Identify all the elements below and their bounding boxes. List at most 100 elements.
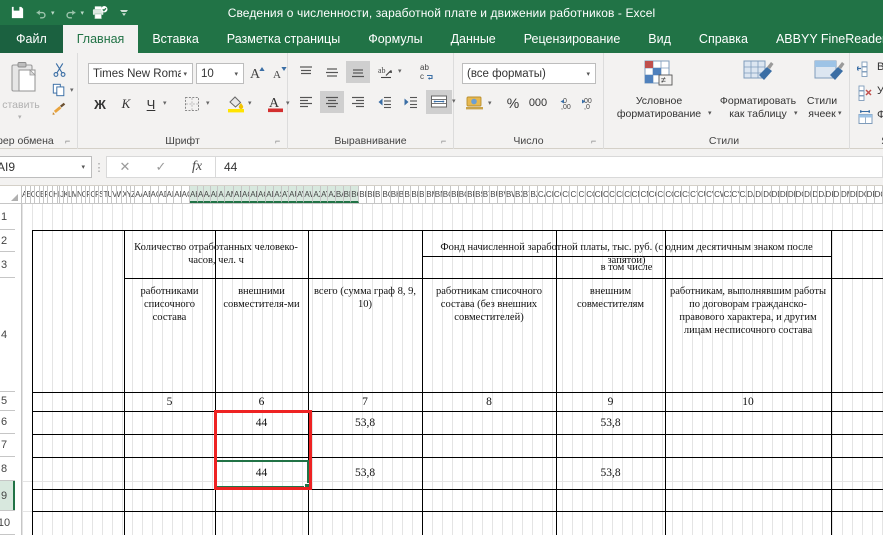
- cell-styles-dropdown-icon[interactable]: ▾: [838, 109, 842, 117]
- column-header-BN[interactable]: BN: [434, 186, 443, 203]
- data-cell-r1-c7[interactable]: 53,8: [309, 412, 421, 433]
- column-header-BO[interactable]: BO: [442, 186, 452, 203]
- row-header-6[interactable]: 6: [0, 411, 15, 434]
- column-header-CC[interactable]: CC: [553, 186, 563, 203]
- confirm-icon[interactable]: ✓: [143, 157, 179, 177]
- column-header-AL[interactable]: AL: [218, 186, 226, 203]
- cut-icon[interactable]: [48, 59, 70, 79]
- row-header-7[interactable]: 7: [0, 434, 15, 457]
- column-header-BL[interactable]: BL: [419, 186, 427, 203]
- row-header-8[interactable]: 8: [0, 457, 15, 481]
- delete-cells-label[interactable]: Удалить: [877, 85, 883, 97]
- column-header-BQ[interactable]: BQ: [458, 186, 468, 203]
- copy-icon[interactable]: [48, 81, 70, 99]
- column-header-CJ[interactable]: CJ: [609, 186, 617, 203]
- merge-cells-icon[interactable]: [426, 90, 452, 114]
- cell-styles-label-line1[interactable]: Стили: [802, 95, 842, 107]
- tab-formulas[interactable]: Формулы: [354, 25, 436, 53]
- align-top-icon[interactable]: [294, 61, 318, 83]
- undo-dropdown-icon[interactable]: ▾: [51, 9, 58, 17]
- column-header-CD[interactable]: CD: [562, 186, 571, 203]
- column-header-CL[interactable]: CL: [624, 186, 632, 203]
- row-header-5[interactable]: 5: [0, 392, 15, 411]
- accounting-dropdown-icon[interactable]: ▾: [488, 99, 492, 107]
- format-painter-icon[interactable]: [48, 99, 70, 117]
- row-header-4[interactable]: 4: [0, 278, 15, 392]
- alignment-dialog-launcher-icon[interactable]: ⌐: [441, 137, 450, 146]
- align-right-icon[interactable]: [346, 91, 370, 113]
- column-header-DP[interactable]: DP: [866, 186, 875, 203]
- column-header-BF[interactable]: BF: [375, 186, 383, 203]
- increase-font-size-icon[interactable]: A: [248, 62, 268, 84]
- column-header-DE[interactable]: DE: [779, 186, 788, 203]
- select-all-corner[interactable]: [0, 186, 22, 204]
- data-cell-r1-c9[interactable]: 53,8: [557, 412, 664, 433]
- column-header-BR[interactable]: BR: [467, 186, 476, 203]
- column-header-BE[interactable]: BE: [367, 186, 375, 203]
- column-header-BW[interactable]: BW: [505, 186, 516, 203]
- worksheet-grid[interactable]: Количество отработанных человеко-часов, …: [22, 204, 883, 535]
- column-header-BD[interactable]: BD: [359, 186, 368, 203]
- column-header-AW[interactable]: AW: [304, 186, 314, 203]
- column-header-AS[interactable]: AS: [274, 186, 283, 203]
- conditional-formatting-dropdown-icon[interactable]: ▾: [708, 109, 712, 117]
- column-header-BM[interactable]: BM: [426, 186, 435, 203]
- font-dialog-launcher-icon[interactable]: ⌐: [275, 137, 284, 146]
- column-header-DK[interactable]: DK: [825, 186, 834, 203]
- column-header-AR[interactable]: AR: [266, 186, 275, 203]
- increase-indent-icon[interactable]: [398, 91, 422, 113]
- column-header-BK[interactable]: BK: [411, 186, 420, 203]
- column-header-DC[interactable]: DC: [763, 186, 772, 203]
- format-as-table-icon[interactable]: [738, 57, 778, 93]
- column-header-BS[interactable]: BS: [475, 186, 483, 203]
- column-header-AA[interactable]: AA: [135, 186, 143, 203]
- decrease-font-size-icon[interactable]: A: [270, 62, 290, 84]
- underline-dropdown-icon[interactable]: ▾: [163, 99, 167, 107]
- tab-page-layout[interactable]: Разметка страницы: [213, 25, 354, 53]
- column-header-CO[interactable]: CO: [648, 186, 658, 203]
- orientation-dropdown-icon[interactable]: ▾: [398, 67, 402, 75]
- column-header-AT[interactable]: AT: [282, 186, 290, 203]
- column-header-BJ[interactable]: BJ: [404, 186, 412, 203]
- column-header-CV[interactable]: CV: [706, 186, 715, 203]
- column-header-AV[interactable]: AV: [297, 186, 305, 203]
- decrease-indent-icon[interactable]: [372, 91, 396, 113]
- column-header-AH[interactable]: AH: [189, 186, 198, 203]
- column-header-CX[interactable]: CX: [723, 186, 732, 203]
- row-header-1[interactable]: 1: [0, 204, 15, 230]
- comma-style-icon[interactable]: 000: [526, 91, 550, 115]
- format-as-table-label-line1[interactable]: Форматировать: [716, 95, 800, 107]
- column-header-AY[interactable]: AY: [321, 186, 329, 203]
- redo-dropdown-icon[interactable]: ▾: [81, 9, 88, 17]
- undo-icon[interactable]: [30, 3, 52, 23]
- tab-insert[interactable]: Вставка: [138, 25, 212, 53]
- font-name-dropdown-icon[interactable]: ▾: [181, 70, 192, 78]
- column-header-CP[interactable]: CP: [657, 186, 666, 203]
- column-header-CN[interactable]: CN: [640, 186, 649, 203]
- font-size-dropdown-icon[interactable]: ▾: [232, 70, 243, 78]
- column-header-AM[interactable]: AM: [225, 186, 235, 203]
- italic-icon[interactable]: К: [114, 93, 138, 115]
- align-center-icon[interactable]: [320, 91, 344, 113]
- insert-cells-label[interactable]: Вставить: [877, 61, 883, 73]
- save-icon[interactable]: [6, 3, 28, 23]
- column-header-CW[interactable]: CW: [714, 186, 724, 203]
- column-header-AQ[interactable]: AQ: [258, 186, 267, 203]
- tab-abbyy-finereader[interactable]: ABBYY FineReader 12: [762, 25, 883, 53]
- column-header-DL[interactable]: DL: [833, 186, 841, 203]
- column-header-AF[interactable]: AF: [174, 186, 182, 203]
- underline-icon[interactable]: Ч: [140, 93, 162, 115]
- conditional-formatting-label-line2[interactable]: форматирование: [604, 108, 714, 120]
- tab-review[interactable]: Рецензирование: [510, 25, 635, 53]
- column-header-CM[interactable]: CM: [631, 186, 641, 203]
- delete-cells-icon[interactable]: [854, 83, 876, 103]
- column-header-BT[interactable]: BT: [482, 186, 491, 203]
- insert-cells-icon[interactable]: [854, 59, 876, 79]
- column-header-AK[interactable]: AK: [210, 186, 219, 203]
- column-header-AN[interactable]: AN: [234, 186, 243, 203]
- data-cell-r3-c9[interactable]: 53,8: [557, 459, 664, 487]
- column-header-CG[interactable]: CG: [586, 186, 595, 203]
- row-header-10[interactable]: 10: [0, 511, 15, 535]
- row-header-2[interactable]: 2: [0, 230, 15, 252]
- tab-data[interactable]: Данные: [437, 25, 510, 53]
